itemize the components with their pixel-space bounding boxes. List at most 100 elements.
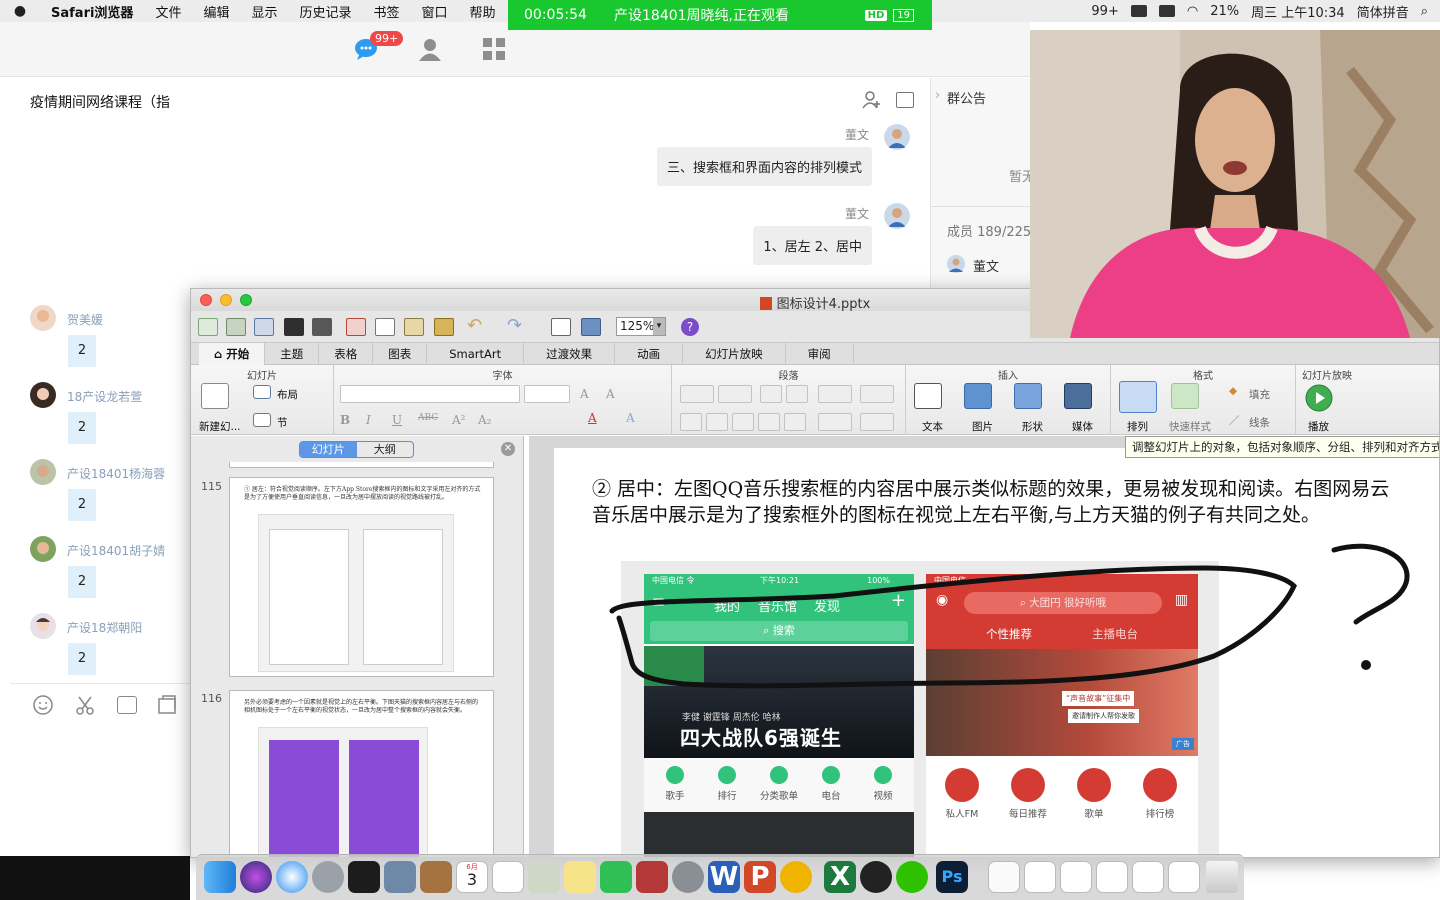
live-banner[interactable]: 00:05:54 产设18401周晓纯,正在观看 HD 19 xyxy=(508,0,932,30)
qq-icon[interactable] xyxy=(860,861,892,893)
word-status-icon[interactable] xyxy=(1130,5,1147,17)
qq-nav-playlist[interactable]: 分类歌单 xyxy=(754,766,804,802)
help-button[interactable]: ? xyxy=(681,318,699,336)
zoom-select[interactable]: 125% xyxy=(616,317,666,336)
hd-badge[interactable]: HD xyxy=(864,9,888,21)
text-effects-icon[interactable]: A xyxy=(626,411,635,425)
template-gallery-icon[interactable] xyxy=(226,318,246,336)
insert-media-button[interactable]: 媒体 xyxy=(1072,419,1093,434)
insert-picture-button[interactable]: 图片 xyxy=(972,419,993,434)
new-document-icon[interactable] xyxy=(198,318,218,336)
font-size-box[interactable] xyxy=(524,385,570,403)
message-bubble[interactable]: 1、居左 2、居中 xyxy=(753,226,872,265)
battery-percent[interactable]: 21% xyxy=(1210,4,1239,19)
tab-themes[interactable]: 主题 xyxy=(265,343,320,365)
file-folder-icon[interactable] xyxy=(117,696,137,714)
gear-status-icon[interactable] xyxy=(1158,5,1175,17)
subscript-icon[interactable]: A₂ xyxy=(478,413,491,427)
play-icon[interactable] xyxy=(1304,383,1334,413)
excel-icon[interactable]: X xyxy=(824,861,856,893)
save-icon[interactable] xyxy=(284,318,304,336)
wechat-status-badge[interactable]: 99+ xyxy=(1091,4,1118,19)
align-text-icon[interactable] xyxy=(860,413,894,431)
notes-icon[interactable] xyxy=(564,861,596,893)
screenshot-file-icon[interactable] xyxy=(1168,861,1200,893)
tab-slides-view[interactable]: 幻灯片 xyxy=(300,442,357,457)
insert-shape-button[interactable]: 形状 xyxy=(1022,419,1043,434)
sender-avatar[interactable] xyxy=(884,203,910,229)
grow-font-icon[interactable]: A xyxy=(580,387,589,401)
word-icon[interactable]: W xyxy=(708,861,740,893)
photoshop-icon[interactable]: Ps xyxy=(936,861,968,893)
trash-icon[interactable] xyxy=(1206,861,1238,893)
member-avatar[interactable] xyxy=(30,536,56,562)
tab-outline-view[interactable]: 大纲 xyxy=(357,442,414,457)
member-avatar[interactable] xyxy=(30,613,56,639)
announcement-label[interactable]: 群公告 xyxy=(947,88,986,107)
increase-indent-icon[interactable] xyxy=(786,385,808,403)
member-avatar[interactable] xyxy=(30,382,56,408)
layout-button[interactable]: 布局 xyxy=(277,387,298,402)
screenshot-file-icon[interactable] xyxy=(1060,861,1092,893)
tab-charts[interactable]: 图表 xyxy=(373,343,428,365)
system-preferences-icon[interactable] xyxy=(672,861,704,893)
underline-icon[interactable]: U xyxy=(392,413,402,427)
netease-nav-daily[interactable]: 每日推荐 xyxy=(1000,768,1056,820)
quick-styles-button[interactable]: 快速样式 xyxy=(1169,419,1211,434)
arrange-button[interactable]: 排列 xyxy=(1127,419,1148,434)
screenshot-file-icon[interactable] xyxy=(1024,861,1056,893)
member-avatar[interactable] xyxy=(30,459,56,485)
emoji-icon[interactable] xyxy=(32,694,54,716)
input-method[interactable]: 简体拼音 xyxy=(1357,2,1409,21)
search-icon[interactable]: ⌕ xyxy=(1421,4,1428,19)
decrease-indent-icon[interactable] xyxy=(760,385,782,403)
tab-tables[interactable]: 表格 xyxy=(319,343,374,365)
siri-icon[interactable] xyxy=(240,861,272,893)
cut-icon[interactable] xyxy=(346,318,366,336)
copy-icon[interactable] xyxy=(375,318,395,336)
font-color-icon[interactable]: A xyxy=(588,411,597,425)
facetime-icon[interactable] xyxy=(600,861,632,893)
tab-home[interactable]: ⌂ 开始 xyxy=(199,343,266,365)
preview-icon[interactable] xyxy=(384,861,416,893)
current-slide[interactable]: ② 居中：左图QQ音乐搜索框的内容居中展示类似标题的效果，更易被发现和阅读。右图… xyxy=(554,448,1439,857)
scissors-icon[interactable] xyxy=(74,694,96,716)
print-icon[interactable] xyxy=(312,318,332,336)
document-file-icon[interactable] xyxy=(988,861,1020,893)
new-slide-button[interactable]: 新建幻... xyxy=(199,419,241,434)
section-button[interactable]: 节 xyxy=(277,415,288,430)
play-button[interactable]: 播放 xyxy=(1308,419,1329,434)
align-right-icon[interactable] xyxy=(732,413,754,431)
align-center-icon[interactable] xyxy=(706,413,728,431)
tab-review[interactable]: 审阅 xyxy=(786,343,854,365)
text-direction-icon[interactable] xyxy=(818,413,852,431)
superscript-icon[interactable]: A² xyxy=(452,413,465,427)
safari-icon[interactable] xyxy=(276,861,308,893)
qq-nav-rank[interactable]: 排行 xyxy=(702,766,752,802)
photo-booth-icon[interactable] xyxy=(636,861,668,893)
member-name[interactable]: 董文 xyxy=(973,256,999,275)
netease-nav-rank[interactable]: 排行榜 xyxy=(1132,768,1188,820)
open-icon[interactable] xyxy=(254,318,274,336)
calendar-icon[interactable]: 6月 3 xyxy=(456,861,488,893)
tab-transitions[interactable]: 过渡效果 xyxy=(524,343,616,365)
qq-nav-singer[interactable]: 歌手 xyxy=(650,766,700,802)
redo-icon[interactable]: ↷ xyxy=(507,317,537,336)
screen-record-icon[interactable] xyxy=(348,861,380,893)
screenshot-file-icon[interactable] xyxy=(1132,861,1164,893)
font-name-box[interactable] xyxy=(340,385,520,403)
media-browser-icon[interactable] xyxy=(581,318,601,336)
netease-nav-playlist[interactable]: 歌单 xyxy=(1066,768,1122,820)
qq-nav-radio[interactable]: 电台 xyxy=(806,766,856,802)
tab-smartart[interactable]: SmartArt xyxy=(427,343,525,365)
format-painter-icon[interactable] xyxy=(434,318,454,336)
columns-icon[interactable] xyxy=(860,385,894,403)
clock[interactable]: 周三 上午10:34 xyxy=(1251,2,1345,21)
distribute-icon[interactable] xyxy=(784,413,806,431)
slide-thumbnail[interactable]: 另外必须要考虑的一个因素就是视觉上的左右平衡。下图天猫的搜索框内容居左与右侧的相… xyxy=(229,690,494,857)
screenshot-file-icon[interactable] xyxy=(1096,861,1128,893)
bold-icon[interactable]: B xyxy=(340,413,350,427)
webcam-video[interactable] xyxy=(1030,30,1440,338)
slide-body-text[interactable]: ② 居中：左图QQ音乐搜索框的内容居中展示类似标题的效果，更易被发现和阅读。右图… xyxy=(592,476,1392,528)
fill-button[interactable]: 填充 xyxy=(1249,387,1270,402)
